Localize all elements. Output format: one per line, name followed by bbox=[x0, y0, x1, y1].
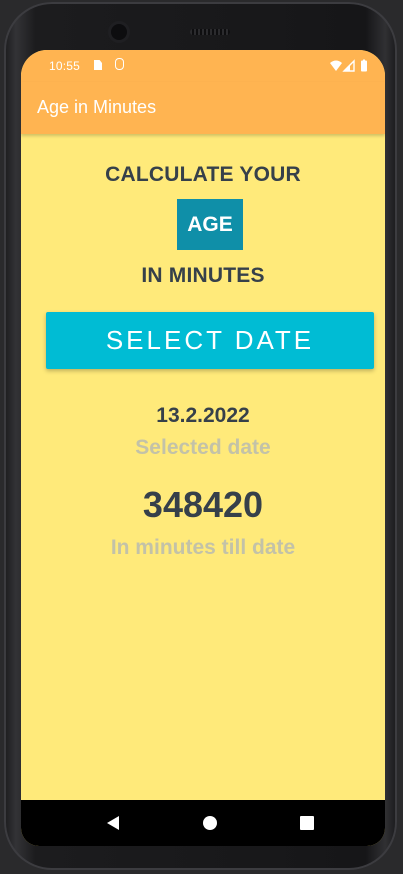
heading-calculate-your: CALCULATE YOUR bbox=[105, 163, 301, 186]
b-notification-icon bbox=[115, 58, 124, 70]
select-date-button[interactable]: SELECT DATE bbox=[46, 312, 374, 369]
app-bar: Age in Minutes bbox=[21, 82, 385, 134]
app-title: Age in Minutes bbox=[37, 97, 157, 117]
phone-frame: 10:55 Age in Minutes CALCULATE YOUR AGE … bbox=[4, 2, 397, 870]
selected-date-caption: Selected date bbox=[135, 436, 271, 459]
navigation-bar bbox=[21, 800, 385, 846]
minutes-value: 348420 bbox=[142, 484, 264, 525]
earpiece-speaker bbox=[190, 29, 230, 35]
front-camera bbox=[111, 24, 127, 40]
wifi-icon bbox=[330, 60, 342, 71]
age-highlight-box: AGE bbox=[177, 199, 243, 250]
selected-date-value: 13.2.2022 bbox=[156, 404, 250, 427]
recents-icon[interactable] bbox=[300, 816, 314, 830]
battery-icon bbox=[361, 60, 367, 72]
sd-card-icon bbox=[94, 60, 102, 70]
minutes-caption: In minutes till date bbox=[110, 536, 296, 559]
status-bar: 10:55 bbox=[21, 50, 385, 82]
back-icon[interactable] bbox=[106, 816, 120, 830]
screen: 10:55 Age in Minutes CALCULATE YOUR AGE … bbox=[21, 50, 385, 846]
heading-in-minutes: IN MINUTES bbox=[141, 264, 265, 287]
status-time: 10:55 bbox=[49, 59, 81, 73]
status-icons bbox=[330, 59, 367, 72]
home-icon[interactable] bbox=[203, 816, 217, 830]
